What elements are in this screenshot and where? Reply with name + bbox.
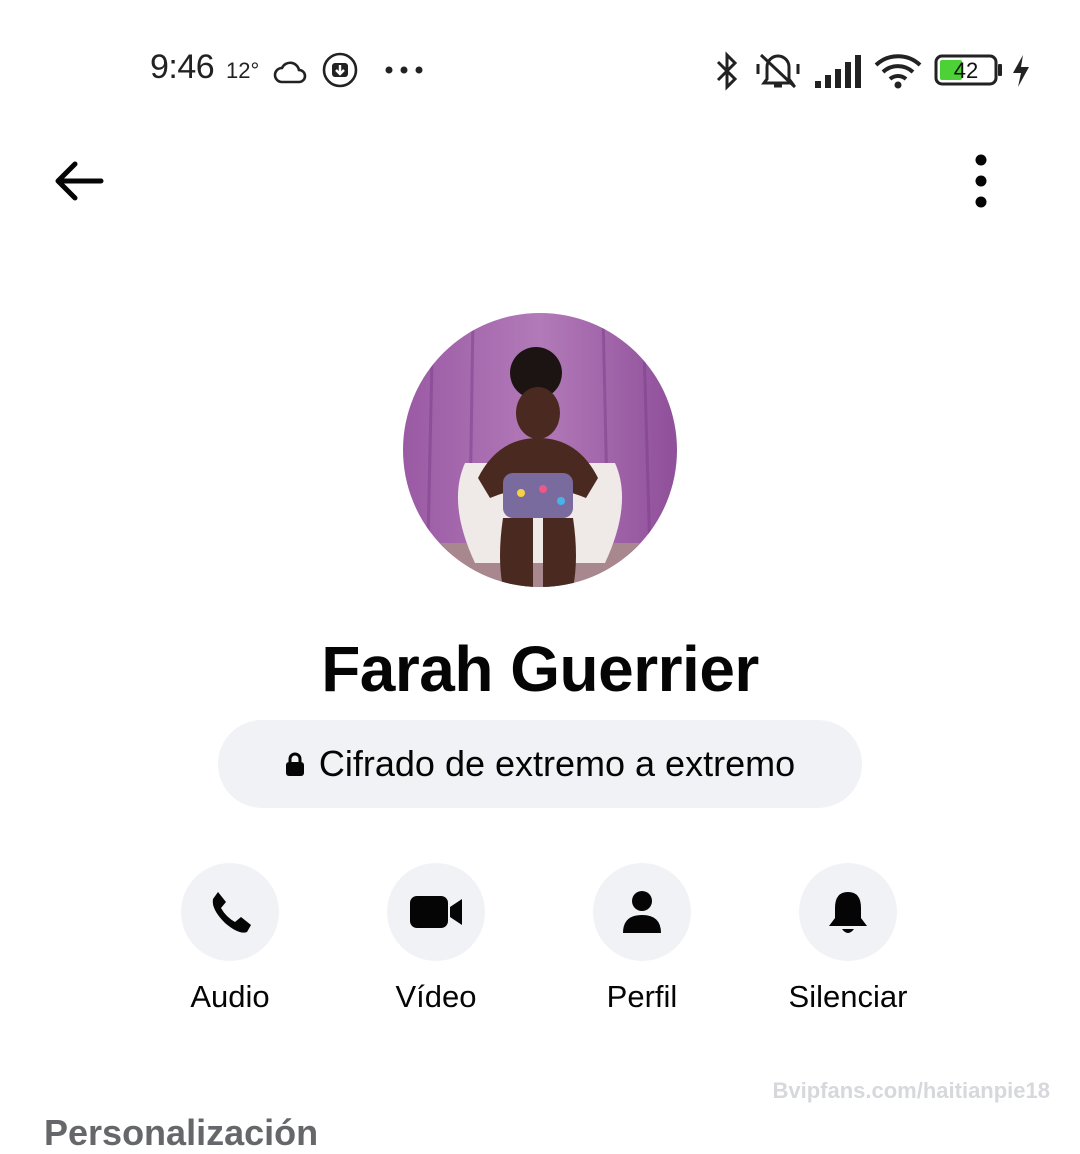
encryption-badge[interactable]: Cifrado de extremo a extremo: [218, 720, 862, 808]
video-label: Vídeo: [395, 979, 477, 1014]
section-title: Personalización: [44, 1112, 319, 1153]
encryption-label: Cifrado de extremo a extremo: [318, 743, 796, 784]
signal-icon: [812, 52, 864, 90]
weather-cloud-icon: [272, 54, 308, 90]
profile-action[interactable]: Perfil: [562, 863, 722, 1015]
contact-name: Farah Guerrier: [321, 633, 759, 705]
wifi-icon: [872, 50, 924, 92]
mute-label: Silenciar: [788, 979, 908, 1014]
profile-photo: [403, 313, 677, 587]
person-icon: [623, 891, 661, 933]
mute-button[interactable]: [799, 863, 897, 961]
audio-label: Audio: [190, 979, 270, 1014]
lock-icon: [285, 752, 304, 776]
audio-call-action[interactable]: Audio: [150, 863, 310, 1015]
bluetooth-icon: [712, 50, 742, 92]
video-call-action[interactable]: Vídeo: [356, 863, 516, 1015]
phone-icon: [212, 892, 251, 933]
video-call-button[interactable]: [387, 863, 485, 961]
profile-label: Perfil: [606, 979, 678, 1014]
mute-icon: [754, 50, 802, 92]
arrow-left-icon: [55, 161, 104, 201]
audio-call-button[interactable]: [181, 863, 279, 961]
download-icon: [320, 50, 360, 90]
back-button[interactable]: [46, 150, 110, 212]
more-options-button[interactable]: [950, 150, 1012, 212]
bell-icon: [829, 892, 867, 933]
avatar[interactable]: [403, 313, 677, 587]
watermark: Bvipfans.com/haitianpie18: [772, 1078, 1050, 1103]
status-time: 9:46: [150, 48, 215, 86]
more-vertical-icon: [975, 154, 987, 208]
mute-action[interactable]: Silenciar: [768, 863, 928, 1015]
profile-button[interactable]: [593, 863, 691, 961]
video-camera-icon: [410, 896, 462, 928]
more-dots-icon: [384, 62, 424, 78]
battery-level: 42: [953, 58, 979, 83]
status-temperature: 12°: [226, 58, 260, 83]
battery-icon: 42: [934, 52, 1004, 90]
charging-icon: [1008, 52, 1034, 90]
